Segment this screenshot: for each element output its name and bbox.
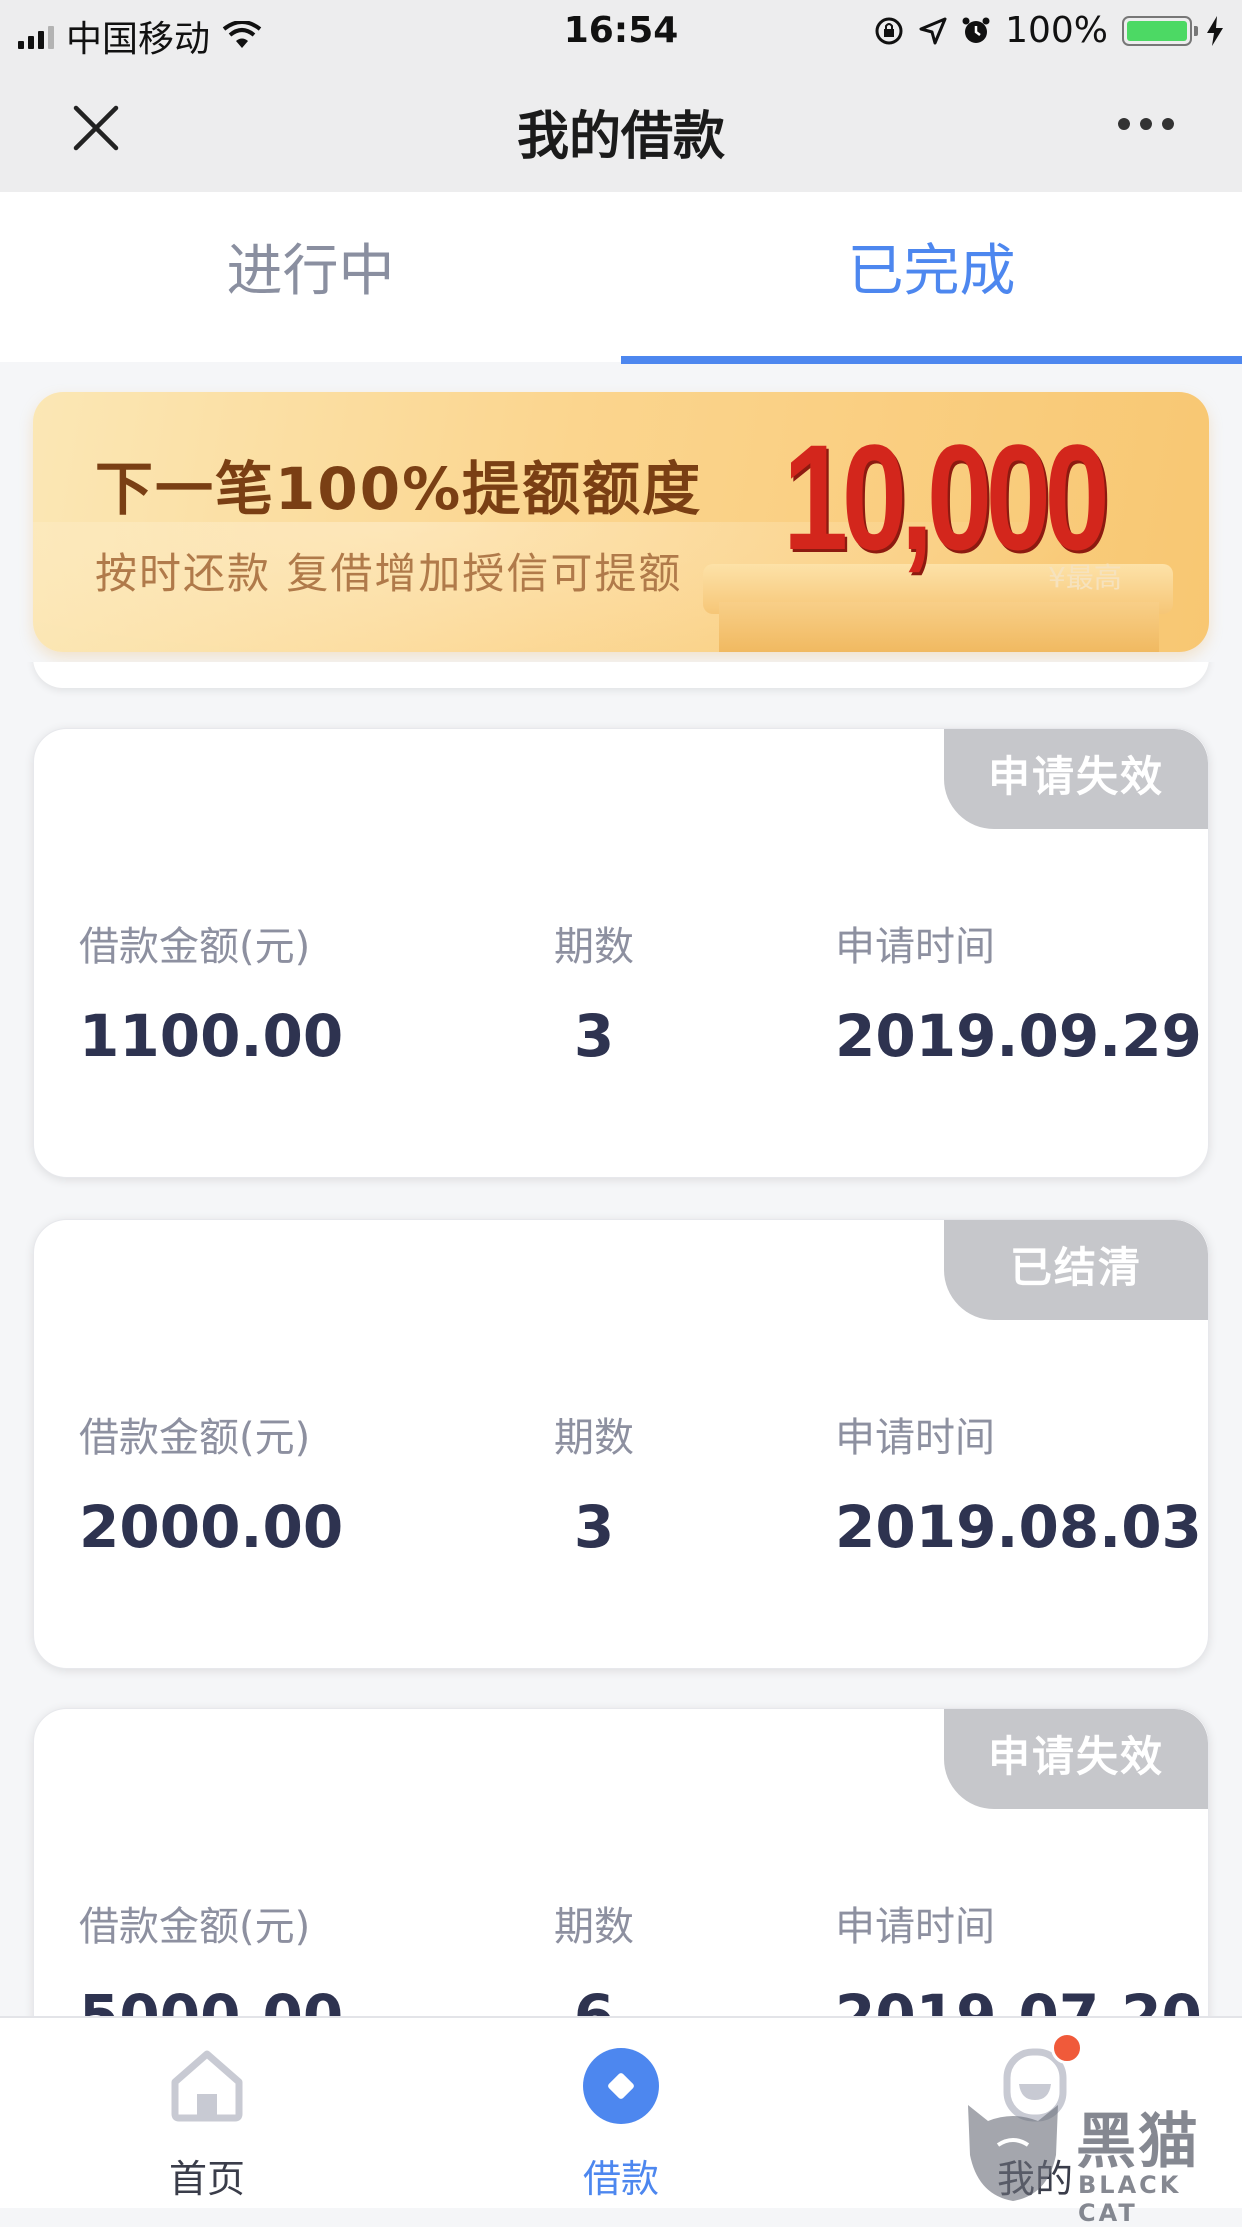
loan-card[interactable]: 已结清 借款金额(元) 2000.00 期数 3 申请时间 2019.08.03 — [33, 1219, 1209, 1669]
periods-value: 3 — [573, 1002, 615, 1070]
notification-dot — [1051, 2032, 1083, 2064]
date-value: 2019.08.03 — [835, 1493, 1202, 1561]
periods-label: 期数 — [554, 1904, 634, 1950]
tab-indicator — [621, 356, 1242, 364]
banner-amount: 10,000 — [783, 413, 1110, 581]
tab-strip: 进行中 已完成 — [0, 192, 1242, 364]
loan-card[interactable]: 申请失效 借款金额(元) 1100.00 期数 3 申请时间 2019.09.2… — [33, 728, 1209, 1178]
date-label: 申请时间 — [835, 1415, 995, 1461]
cat-logo-icon — [968, 2105, 1058, 2201]
amount-value: 5000.00 — [79, 1982, 344, 2016]
amount-value: 1100.00 — [79, 1002, 344, 1070]
banner-note: ¥最高 — [1048, 561, 1122, 594]
battery-percent: 100% — [1005, 10, 1108, 51]
tab-completed[interactable]: 已完成 — [621, 192, 1242, 362]
date-value: 2019.07.20 — [835, 1982, 1202, 2016]
date-label: 申请时间 — [835, 924, 995, 970]
status-badge: 已结清 — [944, 1220, 1208, 1320]
tabbar-loan-label: 借款 — [582, 2157, 659, 2201]
amount-label: 借款金额(元) — [79, 1904, 311, 1950]
loan-list: 申请失效 借款金额(元) 1100.00 期数 3 申请时间 2019.09.2… — [0, 662, 1242, 2016]
tabbar-loan[interactable]: 借款 — [471, 2018, 771, 2208]
tab-in-progress[interactable]: 进行中 — [0, 192, 621, 362]
loan-icon — [583, 2048, 659, 2124]
periods-label: 期数 — [554, 924, 634, 970]
status-badge: 申请失效 — [944, 729, 1208, 829]
battery-icon — [1122, 15, 1198, 46]
more-icon[interactable] — [1118, 118, 1174, 130]
partial-card — [33, 662, 1209, 688]
status-bar: 中国移动 16:54 100% — [0, 0, 1242, 62]
alarm-icon — [962, 17, 990, 43]
rotation-lock-icon — [875, 17, 903, 44]
blackcat-watermark: 黑猫 BLACK CAT — [958, 2085, 1228, 2227]
nav-bar: 我的借款 — [0, 62, 1242, 192]
page-title: 我的借款 — [516, 107, 725, 167]
loan-card[interactable]: 申请失效 借款金额(元) 5000.00 期数 6 申请时间 2019.07.2… — [33, 1708, 1209, 2016]
home-icon — [171, 2050, 243, 2122]
amount-value: 2000.00 — [79, 1493, 344, 1561]
status-badge: 申请失效 — [944, 1709, 1208, 1809]
tabbar-home[interactable]: 首页 — [57, 2018, 357, 2208]
watermark-text: 黑猫 — [1076, 2107, 1200, 2177]
tabbar-home-label: 首页 — [168, 2157, 245, 2201]
location-icon — [919, 17, 947, 44]
amount-label: 借款金额(元) — [79, 924, 311, 970]
promo-banner[interactable]: 下一笔100%提额额度 按时还款 复借增加授信可提额 10,000 ¥最高 — [33, 392, 1209, 652]
date-label: 申请时间 — [835, 1904, 995, 1950]
banner-subline: 按时还款 复借增加授信可提额 — [95, 549, 683, 598]
charging-icon — [1207, 15, 1223, 46]
date-value: 2019.09.29 — [835, 1002, 1202, 1070]
banner-headline: 下一笔100%提额额度 — [95, 455, 703, 523]
status-right: 100% — [873, 10, 1224, 51]
amount-label: 借款金额(元) — [79, 1415, 311, 1461]
periods-value: 6 — [573, 1982, 615, 2016]
periods-value: 3 — [573, 1493, 615, 1561]
periods-label: 期数 — [554, 1415, 634, 1461]
watermark-subtext: BLACK CAT — [1078, 2171, 1182, 2227]
